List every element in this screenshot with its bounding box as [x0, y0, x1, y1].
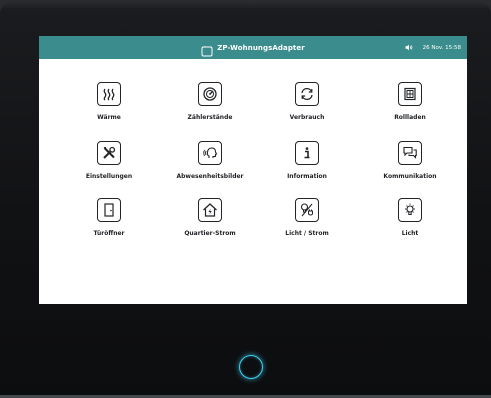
- date-time: 26 Nov. 15:58: [422, 44, 461, 51]
- tile-licht-strom[interactable]: Licht / Strom: [261, 198, 353, 237]
- tile-label: Information: [287, 173, 327, 180]
- meter-dial-icon: [198, 82, 222, 106]
- tile-zaehlerstaende[interactable]: Zählerstände: [164, 82, 256, 121]
- speaker-icon[interactable]: [405, 44, 413, 51]
- bezel-highlight: [0, 0, 491, 10]
- tile-einstellungen[interactable]: Einstellungen: [63, 141, 155, 180]
- touch-screen: ZP-WohnungsAdapter 26 Nov. 15:58 Wärme Z…: [39, 36, 467, 304]
- heat-waves-icon: [97, 82, 121, 106]
- tile-verbrauch[interactable]: Verbrauch: [261, 82, 353, 121]
- tile-label: Quartier-Strom: [184, 230, 236, 237]
- tablet-icon: [201, 42, 213, 57]
- title-area: ZP-WohnungsAdapter: [39, 36, 467, 59]
- tile-label: Wärme: [97, 114, 121, 121]
- bulb-plug-icon: [295, 198, 319, 222]
- chat-bubbles-icon: [398, 141, 422, 165]
- tile-licht[interactable]: Licht: [364, 198, 456, 237]
- light-bulb-icon: [398, 198, 422, 222]
- tile-tueroeffner[interactable]: Türöffner: [63, 198, 155, 237]
- home-button[interactable]: [239, 355, 263, 379]
- cycle-arrows-icon: [295, 82, 319, 106]
- tile-label: Türöffner: [93, 230, 125, 237]
- app-title: ZP-WohnungsAdapter: [217, 43, 305, 52]
- tile-label: Licht: [401, 230, 419, 237]
- voice-head-icon: [198, 141, 222, 165]
- tile-label: Licht / Strom: [285, 230, 329, 237]
- info-icon: [295, 141, 319, 165]
- intercom-device: ZP-WohnungsAdapter 26 Nov. 15:58 Wärme Z…: [0, 0, 491, 398]
- tile-quartier-strom[interactable]: Quartier-Strom: [164, 198, 256, 237]
- tile-label: Verbrauch: [289, 114, 325, 121]
- top-bar: ZP-WohnungsAdapter 26 Nov. 15:58: [39, 36, 467, 59]
- house-power-icon: [198, 198, 222, 222]
- window-shutter-icon: [398, 82, 422, 106]
- tools-icon: [97, 141, 121, 165]
- tile-abwesenheitsbilder[interactable]: Abwesenheitsbilder: [164, 141, 256, 180]
- tile-label: Einstellungen: [85, 173, 133, 180]
- status-area: 26 Nov. 15:58: [405, 36, 461, 59]
- tile-kommunikation[interactable]: Kommunikation: [364, 141, 456, 180]
- tile-label: Kommunikation: [383, 173, 437, 180]
- tile-waerme[interactable]: Wärme: [63, 82, 155, 121]
- tile-label: Rollladen: [394, 114, 426, 121]
- door-icon: [97, 198, 121, 222]
- tile-information[interactable]: Information: [261, 141, 353, 180]
- tile-label: Abwesenheitsbilder: [176, 173, 244, 180]
- tile-label: Zählerstände: [187, 114, 233, 121]
- tile-rollladen[interactable]: Rollladen: [364, 82, 456, 121]
